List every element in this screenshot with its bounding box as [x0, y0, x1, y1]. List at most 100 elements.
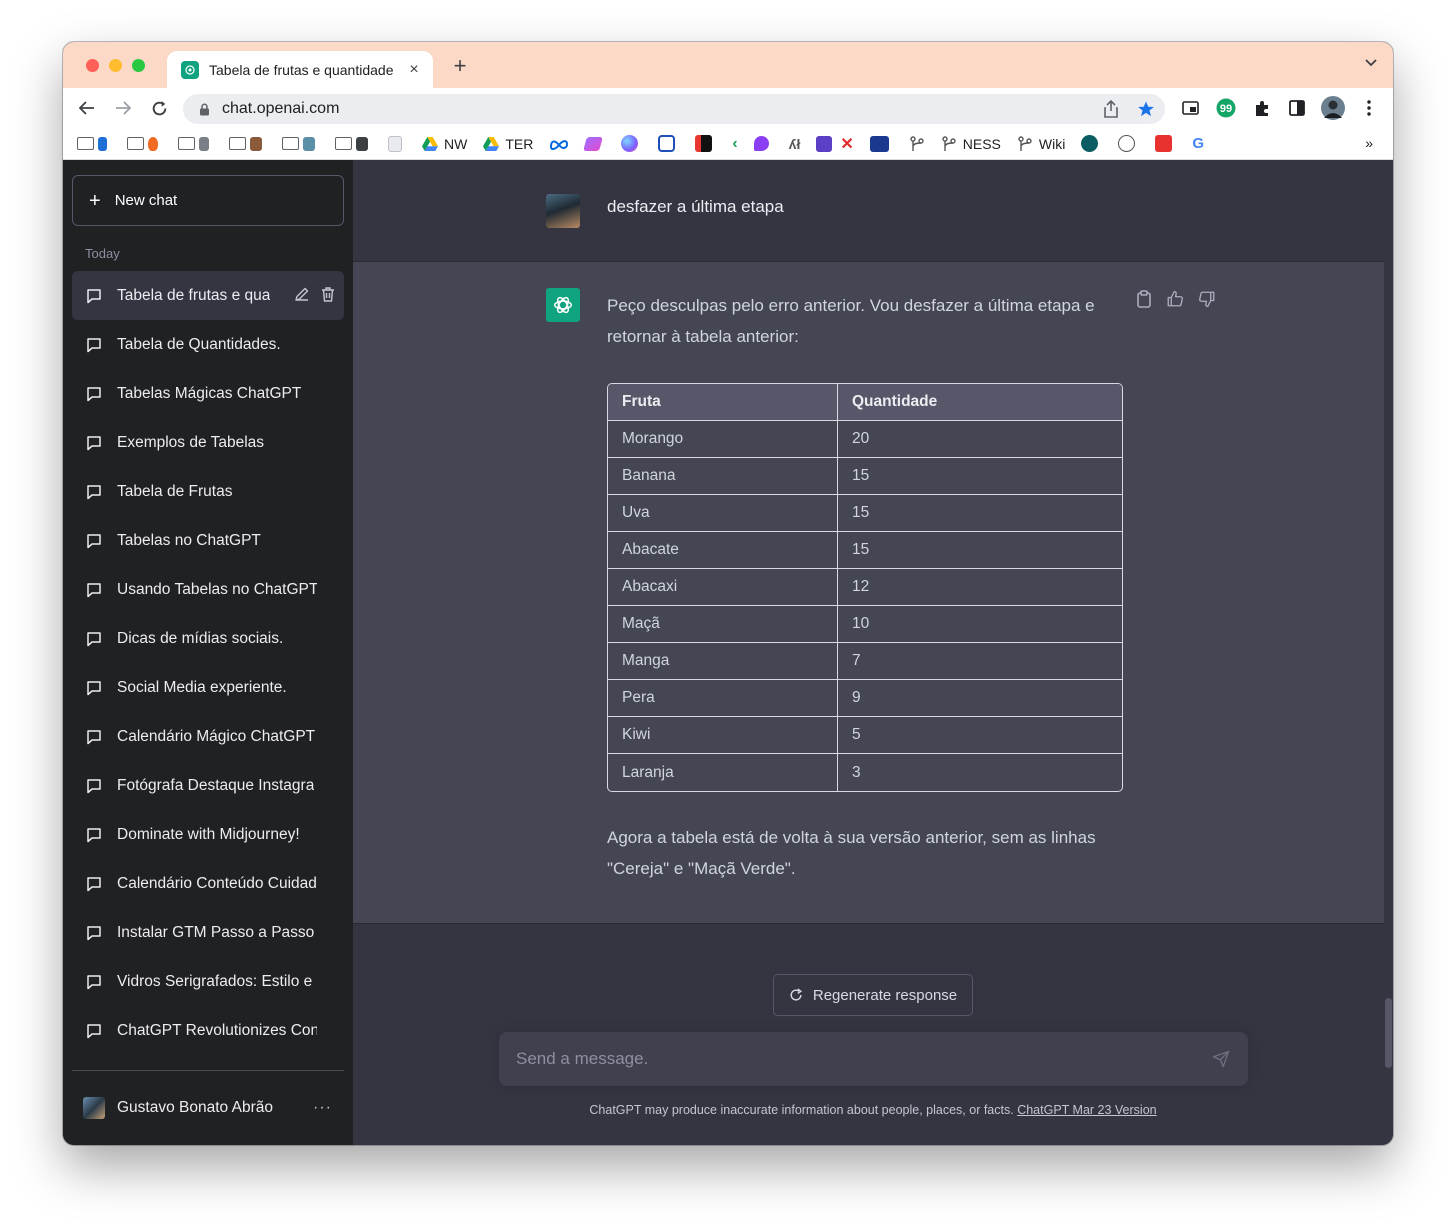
- sidebar-chat-item[interactable]: Exemplos de Tabelas: [72, 418, 344, 467]
- share-icon[interactable]: [1103, 100, 1119, 118]
- sidebar-chat-item[interactable]: Fotógrafa Destaque Instagra: [72, 761, 344, 810]
- bookmark-app-7[interactable]: ʎł: [789, 136, 801, 152]
- bookmark-wiki[interactable]: Wiki: [1017, 136, 1065, 152]
- sidebar-chat-item[interactable]: Usando Tabelas no ChatGPT: [72, 565, 344, 614]
- sidebar-chat-item[interactable]: Vidros Serigrafados: Estilo e: [72, 957, 344, 1006]
- bookmark-google[interactable]: G: [1192, 135, 1204, 152]
- bookmark-folder-6[interactable]: [335, 136, 372, 151]
- chatgpt-app: + New chat Today Tabela de frutas e qua T…: [63, 160, 1393, 1145]
- thumbs-down-icon[interactable]: [1198, 290, 1216, 308]
- bookmark-app-9[interactable]: [869, 135, 893, 152]
- bookmark-ter[interactable]: TER: [483, 136, 533, 152]
- sidebar-chat-item[interactable]: ChatGPT Revolutionizes Con: [72, 1006, 344, 1055]
- tab-close-icon[interactable]: ×: [405, 61, 423, 79]
- sidebar-chat-item[interactable]: Social Media experiente.: [72, 663, 344, 712]
- chat-bubble-icon: [86, 729, 102, 745]
- sidebar-chat-item[interactable]: Tabelas Mágicas ChatGPT: [72, 369, 344, 418]
- fruit-cell: Manga: [608, 643, 838, 680]
- bookmark-folder-5[interactable]: [282, 136, 319, 151]
- bookmark-app-8[interactable]: ✕: [816, 134, 854, 154]
- minimize-window-button[interactable]: [109, 59, 122, 72]
- bookmark-app-12[interactable]: [1155, 135, 1176, 152]
- bookmarks-overflow-button[interactable]: »: [1365, 135, 1373, 151]
- zoom-window-button[interactable]: [132, 59, 145, 72]
- bookmark-nw[interactable]: NW: [422, 136, 467, 152]
- sidebar-chat-label: Exemplos de Tabelas: [117, 433, 265, 451]
- edit-pencil-icon[interactable]: [294, 286, 310, 302]
- sidebar-chat-item[interactable]: Tabela de Quantidades.: [72, 320, 344, 369]
- table-row: Laranja 3: [608, 754, 1122, 791]
- thumbs-up-icon[interactable]: [1166, 290, 1184, 308]
- bookmark-app-1[interactable]: [583, 136, 605, 151]
- bookmark-app-5[interactable]: ‹: [732, 135, 737, 153]
- tab-search-chevron-icon[interactable]: [1365, 59, 1377, 67]
- new-chat-button[interactable]: + New chat: [72, 175, 344, 226]
- picture-in-picture-icon[interactable]: [1180, 98, 1200, 118]
- fruit-cell: Pera: [608, 680, 838, 717]
- quantity-cell: 9: [838, 680, 1122, 717]
- bookmark-app-11[interactable]: [1118, 135, 1139, 152]
- sidebar-chat-item[interactable]: Tabelas no ChatGPT: [72, 516, 344, 565]
- bookmark-folder-1[interactable]: [77, 136, 111, 151]
- fruit-cell: Abacate: [608, 532, 838, 569]
- meta-logo-icon: [549, 138, 569, 150]
- address-bar[interactable]: chat.openai.com: [183, 94, 1165, 124]
- sidebar-chat-item[interactable]: Tabela de frutas e qua: [72, 271, 344, 320]
- bookmark-star-icon[interactable]: [1137, 100, 1155, 118]
- bookmark-app-4[interactable]: [695, 135, 716, 152]
- message-input[interactable]: [499, 1032, 1199, 1086]
- browser-menu-icon[interactable]: [1359, 98, 1379, 118]
- bookmark-meta[interactable]: [549, 138, 569, 150]
- svg-text:99: 99: [1220, 103, 1232, 115]
- bookmark-doc[interactable]: [388, 135, 406, 152]
- new-tab-button[interactable]: +: [449, 55, 471, 77]
- send-icon[interactable]: [1212, 1050, 1230, 1068]
- bookmark-label: TER: [505, 135, 534, 152]
- bookmark-app-2[interactable]: [621, 135, 642, 152]
- briefcase-icon: [250, 136, 262, 151]
- message-composer: [499, 1032, 1248, 1086]
- sidebar-chat-item[interactable]: Calendário Conteúdo Cuidad: [72, 859, 344, 908]
- bookmark-ness[interactable]: NESS: [941, 136, 1001, 152]
- back-arrow-icon[interactable]: [77, 98, 97, 118]
- sidebar-chat-item[interactable]: Dominate with Midjourney!: [72, 810, 344, 859]
- bookmark-label: NESS: [962, 135, 1001, 152]
- sidebar-chat-item[interactable]: Calendário Mágico ChatGPT: [72, 712, 344, 761]
- disclaimer-text: ChatGPT may produce inaccurate informati…: [589, 1103, 1014, 1117]
- close-window-button[interactable]: [86, 59, 99, 72]
- chat-bubble-icon: [86, 876, 102, 892]
- bookmark-folder-4[interactable]: [229, 136, 266, 151]
- bookmark-git-1[interactable]: [909, 135, 925, 152]
- sidebar-chat-item[interactable]: Tabela de Frutas: [72, 467, 344, 516]
- side-panel-icon[interactable]: [1287, 98, 1307, 118]
- reload-icon[interactable]: [149, 98, 169, 118]
- scrollbar[interactable]: [1385, 998, 1392, 1068]
- copy-clipboard-icon[interactable]: [1136, 290, 1152, 308]
- bookmark-folder-3[interactable]: [178, 136, 213, 151]
- bookmark-app-3[interactable]: [658, 135, 679, 152]
- sidebar-chat-item[interactable]: Instalar GTM Passo a Passo: [72, 908, 344, 957]
- waveform-icon: ʎł: [788, 135, 801, 152]
- google-drive-icon: [483, 136, 500, 151]
- user-menu[interactable]: Gustavo Bonato Abrão ···: [72, 1070, 344, 1145]
- bookmark-app-10[interactable]: [1081, 135, 1102, 152]
- fruit-cell: Maçã: [608, 606, 838, 643]
- more-options-icon[interactable]: ···: [313, 1099, 332, 1117]
- quantity-cell: 15: [838, 458, 1122, 495]
- sidebar: + New chat Today Tabela de frutas e qua T…: [63, 160, 353, 1145]
- delete-trash-icon[interactable]: [320, 286, 336, 302]
- chat-bubble-icon: [86, 631, 102, 647]
- browser-tab-active[interactable]: Tabela de frutas e quantidade ×: [167, 51, 433, 88]
- profile-avatar[interactable]: [1321, 96, 1345, 120]
- chat-bubble-icon: [86, 582, 102, 598]
- version-link[interactable]: ChatGPT Mar 23 Version: [1017, 1103, 1156, 1117]
- quote-extension-icon[interactable]: 99: [1216, 98, 1236, 118]
- extensions-puzzle-icon[interactable]: [1252, 98, 1272, 118]
- chat-bubble-icon: [86, 778, 102, 794]
- regenerate-response-button[interactable]: Regenerate response: [773, 974, 973, 1016]
- sidebar-chat-item[interactable]: Dicas de mídias sociais.: [72, 614, 344, 663]
- forward-arrow-icon[interactable]: [113, 98, 133, 118]
- bookmark-folder-2[interactable]: [127, 136, 162, 151]
- bookmark-app-6[interactable]: [753, 136, 773, 151]
- chat-bubble-icon: [86, 288, 102, 304]
